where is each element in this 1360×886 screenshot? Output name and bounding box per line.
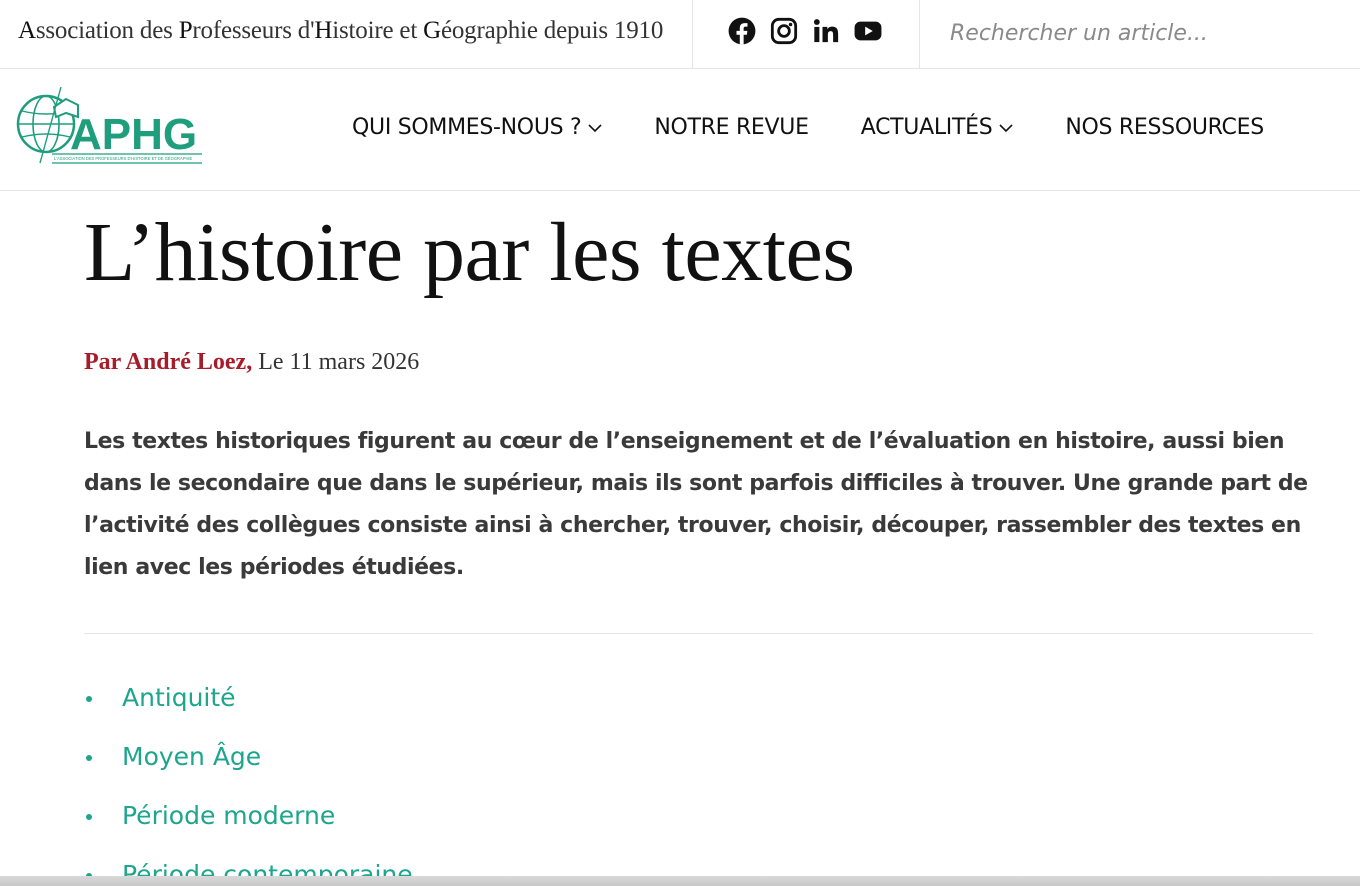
chevron-down-icon xyxy=(999,123,1013,132)
nav-nos-ressources[interactable]: NOS RESSOURCES xyxy=(1065,115,1264,140)
window-bottom-edge xyxy=(0,876,1360,886)
tagline-cap: P xyxy=(178,17,193,44)
tagline-text: istoire et xyxy=(332,17,424,44)
list-item: Moyen Âge xyxy=(84,736,413,795)
publish-date: Le 11 mars 2026 xyxy=(258,349,420,375)
period-link-antiquite[interactable]: Antiquité xyxy=(122,683,236,712)
globe-icon xyxy=(16,87,79,164)
tagline-text: ssociation des xyxy=(35,17,179,44)
nav-notre-revue[interactable]: NOTRE REVUE xyxy=(654,115,809,140)
period-link-moderne[interactable]: Période moderne xyxy=(122,801,335,830)
instagram-icon[interactable] xyxy=(770,17,798,45)
period-link-moyen-age[interactable]: Moyen Âge xyxy=(122,742,261,771)
topbar-divider xyxy=(692,0,693,69)
tagline-cap: G xyxy=(423,17,441,44)
article-lead: Les textes historiques figurent au cœur … xyxy=(84,429,1308,580)
top-bar: Association des Professeurs d'Histoire e… xyxy=(0,0,1360,69)
site-tagline: Association des Professeurs d'Histoire e… xyxy=(18,17,663,45)
nav-label: QUI SOMMES-NOUS ? xyxy=(352,115,582,140)
youtube-icon[interactable] xyxy=(854,17,882,45)
list-item: Antiquité xyxy=(84,677,413,736)
main-nav: QUI SOMMES-NOUS ? NOTRE REVUE ACTUALITÉS… xyxy=(352,115,1264,140)
nav-qui-sommes-nous[interactable]: QUI SOMMES-NOUS ? xyxy=(352,115,602,140)
social-links xyxy=(728,17,882,45)
section-divider xyxy=(84,633,1313,634)
tagline-cap: A xyxy=(18,17,36,44)
logo-wordmark: APHG xyxy=(70,110,197,159)
nav-actualites[interactable]: ACTUALITÉS xyxy=(861,115,1014,140)
page-title: L’histoire par les textes xyxy=(84,206,855,299)
chevron-down-icon xyxy=(588,123,602,132)
byline: Par André Loez, Le 11 mars 2026 xyxy=(84,349,419,376)
period-list: Antiquité Moyen Âge Période moderne Péri… xyxy=(84,677,413,886)
list-item: Période moderne xyxy=(84,795,413,854)
facebook-icon[interactable] xyxy=(728,17,756,45)
nav-label: NOS RESSOURCES xyxy=(1065,115,1264,140)
tagline-cap: H xyxy=(314,17,333,44)
author-link[interactable]: Par André Loez, xyxy=(84,349,252,375)
site-header: APHG L'ASSOCIATION DES PROFESSEURS D'HIS… xyxy=(0,69,1360,191)
tagline-text: rofesseurs d' xyxy=(192,17,315,44)
nav-label: NOTRE REVUE xyxy=(654,115,809,140)
aphg-logo[interactable]: APHG L'ASSOCIATION DES PROFESSEURS D'HIS… xyxy=(16,87,206,171)
nav-label: ACTUALITÉS xyxy=(860,115,993,140)
logo-subtext: L'ASSOCIATION DES PROFESSEURS D'HISTOIRE… xyxy=(54,156,193,161)
search-input[interactable] xyxy=(950,14,1330,52)
tagline-text: éographie depuis 1910 xyxy=(440,17,664,44)
linkedin-icon[interactable] xyxy=(812,17,840,45)
topbar-divider xyxy=(919,0,920,69)
